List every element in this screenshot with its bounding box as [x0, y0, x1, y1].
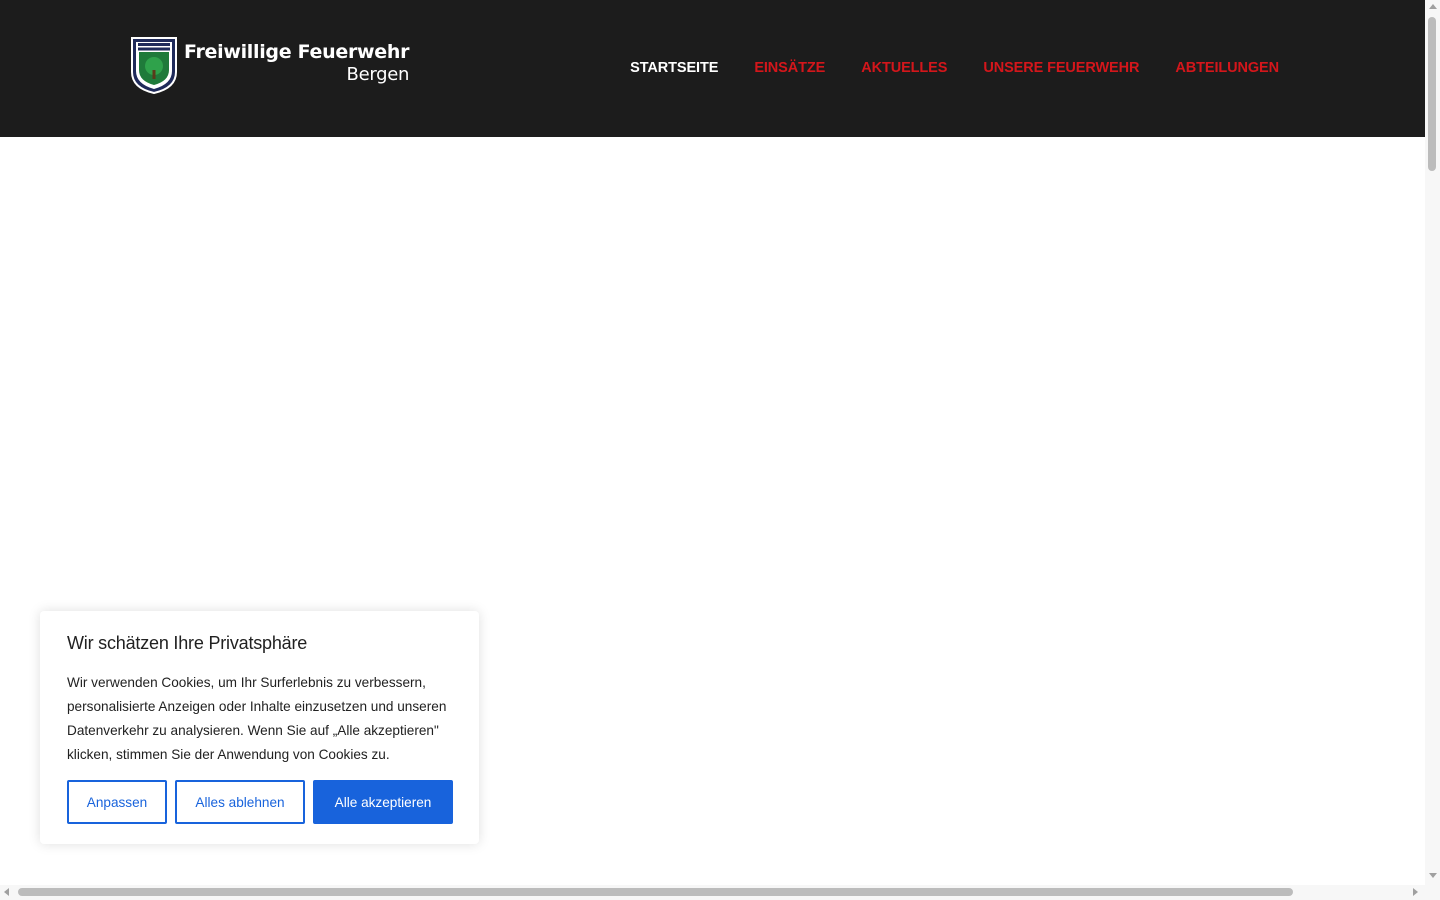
scroll-down-arrow-icon[interactable] [1429, 873, 1437, 878]
vertical-scrollbar[interactable] [1425, 0, 1440, 885]
horizontal-scrollbar[interactable] [0, 885, 1425, 900]
scroll-up-arrow-icon[interactable] [1429, 4, 1437, 9]
reject-all-cookies-button[interactable]: Alles ablehnen [175, 780, 305, 824]
site-header: Freiwillige Feuerwehr Bergen STARTSEITE … [0, 0, 1425, 137]
horizontal-scrollbar-thumb[interactable] [18, 888, 1293, 896]
accept-all-cookies-button[interactable]: Alle akzeptieren [313, 780, 453, 824]
scroll-left-arrow-icon[interactable] [4, 888, 9, 896]
nav-item-aktuelles[interactable]: AKTUELLES [861, 60, 947, 76]
page-viewport: Freiwillige Feuerwehr Bergen STARTSEITE … [0, 0, 1425, 885]
cookie-banner-title: Wir schätzen Ihre Privatsphäre [67, 633, 308, 653]
site-logo-link[interactable]: Freiwillige Feuerwehr Bergen [130, 36, 409, 94]
logo-subtitle: Bergen [346, 63, 410, 85]
cookie-banner-text: Wir verwenden Cookies, um Ihr Surferlebn… [67, 675, 447, 762]
customize-cookies-button[interactable]: Anpassen [67, 780, 167, 824]
main-navigation: STARTSEITE EINSÄTZE AKTUELLES UNSERE FEU… [630, 60, 1279, 76]
scroll-right-arrow-icon[interactable] [1413, 888, 1418, 896]
logo-title: Freiwillige Feuerwehr [184, 40, 410, 63]
fire-department-badge-icon [131, 37, 177, 94]
scrollbar-corner [1425, 885, 1440, 900]
cookie-banner-actions: Anpassen Alles ablehnen Alle akzeptieren [67, 780, 453, 824]
cookie-consent-banner: Wir schätzen Ihre Privatsphäre Wir verwe… [40, 611, 479, 844]
nav-item-einsaetze[interactable]: EINSÄTZE [754, 60, 825, 76]
nav-item-abteilungen[interactable]: ABTEILUNGEN [1175, 60, 1279, 76]
nav-item-unsere-feuerwehr[interactable]: UNSERE FEUERWEHR [983, 60, 1139, 76]
vertical-scrollbar-thumb[interactable] [1428, 17, 1436, 171]
nav-item-startseite[interactable]: STARTSEITE [630, 60, 718, 76]
